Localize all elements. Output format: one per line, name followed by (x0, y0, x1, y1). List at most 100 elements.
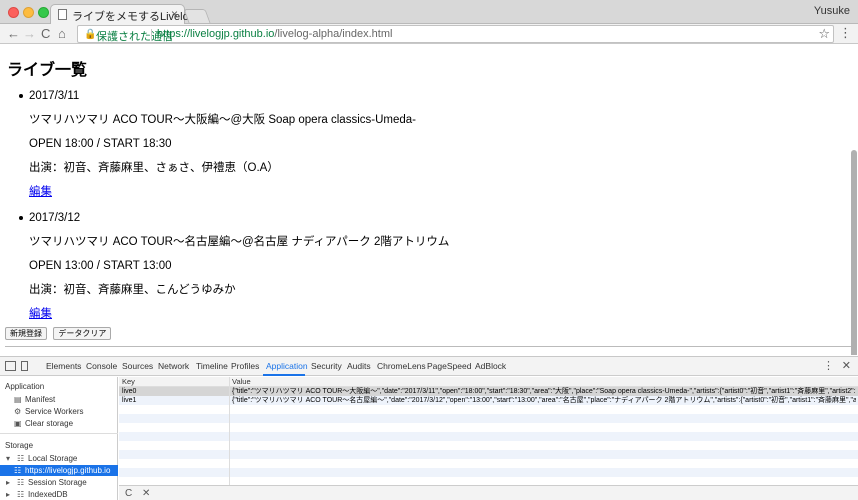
tab-network[interactable]: Network (158, 361, 189, 371)
row-value: {"title":"ツマリハツマリ ACO TOUR〜名古屋編〜","date"… (232, 397, 856, 404)
tab-elements[interactable]: Elements (46, 361, 81, 371)
edit-link[interactable]: 編集 (29, 184, 449, 210)
sidebar-item-label: IndexedDB (28, 490, 68, 499)
application-heading: Application (5, 382, 45, 391)
minimize-window-button[interactable] (23, 7, 34, 18)
bullet-icon (19, 94, 23, 98)
browser-tab-bar: ライブをメモするLivelog × Yusuke (0, 0, 858, 24)
database-icon: ☷ (17, 490, 25, 499)
live-date: 2017/3/12 (29, 212, 81, 224)
tab-sources[interactable]: Sources (122, 361, 153, 371)
refresh-icon[interactable]: C (125, 488, 132, 499)
browser-toolbar: ← → C ⌂ 🔒 保護された通信 https://livelogjp.gith… (0, 24, 858, 44)
url-text[interactable]: https://livelogjp.github.io/livelog-alph… (157, 28, 392, 40)
sidebar-item-label: Manifest (25, 395, 56, 404)
sidebar-item-clear-storage[interactable]: ▣ Clear storage (14, 419, 73, 428)
sidebar-item-label: Clear storage (25, 419, 74, 428)
tab-security[interactable]: Security (311, 361, 342, 371)
active-tab-indicator (263, 374, 305, 376)
row-key: live1 (122, 397, 137, 404)
back-arrow-icon[interactable]: ← (7, 25, 20, 43)
sidebar-item-label: Session Storage (28, 478, 87, 487)
column-divider[interactable] (229, 377, 230, 485)
sidebar-item-label: Service Workers (25, 407, 84, 416)
tab-close-icon[interactable]: × (171, 7, 178, 21)
live-cast: 出演：初音、斉藤麻里、さぁさ、伊禮恵（O.A） (29, 162, 279, 174)
tab-adblock[interactable]: AdBlock (475, 361, 506, 371)
tab-audits[interactable]: Audits (347, 361, 371, 371)
browser-menu-icon[interactable]: ⋮ (839, 25, 852, 41)
bullet-icon (19, 216, 23, 220)
live-date: 2017/3/11 (29, 90, 80, 102)
devtools-tab-bar: Elements Console Sources Network Timelin… (0, 357, 858, 376)
live-list: 2017/3/11 ツマリハツマリ ACO TOUR〜大阪編〜@大阪 Soap … (19, 88, 450, 332)
devtools-sidebar: Application ▤ Manifest ⚙ Service Workers ▣… (0, 377, 118, 500)
tab-application[interactable]: Application (266, 361, 308, 371)
divider (0, 433, 118, 434)
live-title: ツマリハツマリ ACO TOUR〜名古屋編〜@名古屋 ナディアパーク 2階アトリ… (29, 236, 450, 248)
live-cast: 出演：初音、斉藤麻里、こんどうゆみか (29, 284, 236, 296)
devtools-close-icon[interactable]: ✕ (842, 359, 851, 372)
sidebar-item-session-storage[interactable]: ▸ ☷ Session Storage (6, 478, 87, 487)
tab-timeline[interactable]: Timeline (196, 361, 228, 371)
address-bar[interactable]: 🔒 保護された通信 https://livelogjp.github.io/li… (77, 25, 834, 43)
page-icon (58, 9, 67, 20)
sidebar-item-local-storage-origin[interactable]: ☷ https://livelogjp.github.io (14, 466, 110, 475)
profile-name[interactable]: Yusuke (814, 5, 850, 17)
url-host: https://livelogjp.github.io (157, 28, 275, 40)
live-title: ツマリハツマリ ACO TOUR〜大阪編〜@大阪 Soap opera clas… (29, 114, 416, 126)
storage-heading: Storage (5, 441, 34, 450)
devtools-menu-icon[interactable]: ⋮ (823, 359, 834, 372)
document-icon: ▤ (14, 395, 22, 404)
close-window-button[interactable] (8, 7, 19, 18)
storage-table: Key Value live0 {"title":"ツマリハツマリ ACO TO… (119, 377, 858, 485)
live-time: OPEN 13:00 / START 13:00 (29, 260, 172, 272)
clear-data-button[interactable]: データクリア (53, 327, 112, 340)
expand-triangle-icon: ▾ (6, 454, 11, 463)
column-header-key[interactable]: Key (119, 377, 229, 387)
divider (151, 29, 152, 41)
table-footer-toolbar: C ✕ (119, 485, 858, 500)
device-toolbar-icon[interactable] (21, 361, 28, 371)
divider (5, 346, 854, 347)
live-time: OPEN 18:00 / START 18:30 (29, 138, 172, 150)
list-item: 2017/3/12 ツマリハツマリ ACO TOUR〜名古屋編〜@名古屋 ナディ… (19, 210, 450, 332)
sidebar-item-local-storage[interactable]: ▾ ☷ Local Storage (6, 454, 77, 463)
tab-chromelens[interactable]: ChromeLens (377, 361, 426, 371)
scrollbar[interactable] (851, 150, 857, 355)
lock-icon: 🔒 (84, 29, 97, 40)
trash-icon: ▣ (14, 419, 22, 428)
bookmark-star-icon[interactable]: ☆ (818, 26, 830, 42)
delete-icon[interactable]: ✕ (142, 488, 150, 499)
list-item: 2017/3/11 ツマリハツマリ ACO TOUR〜大阪編〜@大阪 Soap … (19, 88, 449, 210)
sidebar-item-service-workers[interactable]: ⚙ Service Workers (14, 407, 84, 416)
column-header-value[interactable]: Value (230, 377, 858, 387)
gear-icon: ⚙ (14, 407, 22, 416)
row-value: {"title":"ツマリハツマリ ACO TOUR〜大阪編〜","date":… (232, 388, 856, 395)
home-icon[interactable]: ⌂ (58, 25, 66, 43)
browser-tab[interactable]: ライブをメモするLivelog × (50, 4, 195, 24)
tab-pagespeed[interactable]: PageSpeed (427, 361, 471, 371)
tab-console[interactable]: Console (86, 361, 117, 371)
sidebar-item-label: Local Storage (28, 454, 78, 463)
action-buttons: 新規登録 データクリア (5, 327, 114, 341)
tab-profiles[interactable]: Profiles (231, 361, 259, 371)
sidebar-item-indexeddb[interactable]: ▸ ☷ IndexedDB (6, 490, 68, 499)
storage-grid-icon: ☷ (14, 466, 22, 475)
devtools-panel: Elements Console Sources Network Timelin… (0, 356, 858, 500)
page-content: ライブ一覧 2017/3/11 ツマリハツマリ ACO TOUR〜大阪編〜@大阪… (0, 45, 858, 355)
reload-icon[interactable]: C (41, 25, 50, 43)
sidebar-item-manifest[interactable]: ▤ Manifest (14, 395, 55, 404)
collapsed-triangle-icon: ▸ (6, 478, 11, 487)
zoom-window-button[interactable] (38, 7, 49, 18)
sidebar-item-label: https://livelogjp.github.io (25, 466, 111, 475)
forward-arrow-icon[interactable]: → (23, 25, 36, 43)
page-title: ライブ一覧 (7, 62, 88, 79)
collapsed-triangle-icon: ▸ (6, 490, 11, 499)
storage-grid-icon: ☷ (17, 454, 25, 463)
url-path: /livelog-alpha/index.html (274, 28, 393, 40)
new-entry-button[interactable]: 新規登録 (5, 327, 47, 340)
inspect-icon[interactable] (5, 361, 16, 371)
row-key: live0 (122, 388, 137, 395)
new-tab-button[interactable] (183, 9, 211, 23)
